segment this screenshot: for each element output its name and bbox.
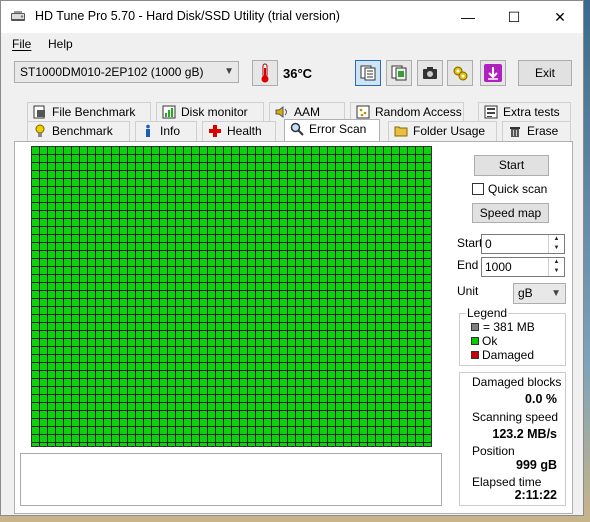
hard-disk-app-icon [11,11,25,21]
extra-tests-icon [484,105,498,119]
minimize-button[interactable]: — [445,1,491,33]
drive-select[interactable]: ST1000DM010-2EP102 (1000 gB) ▼ [14,61,239,83]
quick-scan-label[interactable]: Quick scan [488,182,547,196]
unit-select-value: gB [518,286,533,300]
options-button[interactable] [447,60,473,86]
tab-benchmark[interactable]: Benchmark [27,121,130,141]
trash-icon [510,127,520,137]
benchmark-bulb-icon [35,124,45,137]
tab-file-benchmark[interactable]: File Benchmark [27,102,151,122]
start-position-input[interactable]: 0 ▲ ▼ [481,234,565,254]
end-position-input[interactable]: 1000 ▲ ▼ [481,257,565,277]
end-position-value: 1000 [485,260,512,274]
window-title: HD Tune Pro 5.70 - Hard Disk/SSD Utility… [35,9,340,23]
folder-icon [394,126,408,137]
close-icon: ✕ [554,8,566,25]
start-scan-button[interactable]: Start [474,155,549,176]
copy-info-button[interactable] [386,60,412,86]
elapsed-time-value: 2:11:22 [514,488,557,502]
info-icon [146,124,150,137]
damaged-blocks-label: Damaged blocks [472,375,562,389]
start-label: Start [457,236,483,250]
maximize-icon: ☐ [507,8,521,25]
tab-erase[interactable]: Erase [502,121,571,141]
legend-block-size: = 381 MB [483,320,535,334]
legend-title: Legend [466,306,509,320]
exit-button[interactable]: Exit [518,60,572,86]
copy-text-button[interactable] [355,60,381,86]
spin-up-icon[interactable]: ▲ [549,235,564,244]
legend-block-swatch [471,323,479,331]
legend-damaged-swatch [471,351,479,359]
tab-extra-tests[interactable]: Extra tests [478,102,571,122]
save-button[interactable] [480,60,506,86]
menu-help[interactable]: Help [48,37,73,51]
maximize-button[interactable]: ☐ [491,1,537,33]
unit-select[interactable]: gB ▼ [513,283,566,304]
options-tools-icon [453,66,468,81]
menu-file[interactable]: File [12,37,31,51]
position-value: 999 gB [516,458,557,472]
tab-disk-monitor[interactable]: Disk monitor [156,102,264,122]
copy-info-icon [391,65,407,81]
disk-monitor-icon [162,105,176,119]
spin-up-icon[interactable]: ▲ [549,258,564,267]
drive-select-value: ST1000DM010-2EP102 (1000 gB) [20,65,204,79]
start-position-value: 0 [485,237,492,251]
screenshot-button[interactable] [417,60,443,86]
save-download-icon [484,64,502,82]
toolbar: ST1000DM010-2EP102 (1000 gB) ▼ 36°C Exit [1,55,583,95]
health-cross-icon [209,125,221,137]
tab-folder-usage[interactable]: Folder Usage [388,121,497,141]
speed-map-button[interactable]: Speed map [472,203,549,223]
damaged-blocks-value: 0.0 % [525,392,557,406]
title-bar[interactable]: HD Tune Pro 5.70 - Hard Disk/SSD Utility… [1,1,583,33]
scanning-speed-label: Scanning speed [472,410,559,424]
file-benchmark-icon [33,105,45,119]
tab-error-scan[interactable]: Error Scan [284,119,380,141]
legend-ok-label: Ok [482,334,498,348]
scanning-speed-value: 123.2 MB/s [492,427,557,441]
temperature-icon [252,60,278,86]
tab-info[interactable]: Info [135,121,197,141]
chevron-down-icon: ▼ [224,66,234,77]
screenshot-camera-icon [423,67,437,79]
copy-text-icon [360,65,376,81]
legend-ok-swatch [471,337,479,345]
elapsed-time-label: Elapsed time [472,475,542,489]
spin-down-icon[interactable]: ▼ [549,267,564,276]
unit-label: Unit [457,284,479,298]
minimize-icon: — [461,9,475,25]
menu-bar: File Help [1,34,583,54]
scan-log-box[interactable] [20,453,442,506]
end-label: End [457,258,479,272]
legend-damaged-label: Damaged [482,348,535,362]
temperature-value: 36°C [283,66,313,81]
spin-down-icon[interactable]: ▼ [549,244,564,253]
random-access-icon [356,105,370,119]
close-button[interactable]: ✕ [537,1,583,33]
magnifier-icon [290,122,304,136]
position-label: Position [472,444,515,458]
speaker-icon [275,106,287,118]
tab-health[interactable]: Health [202,121,276,141]
quick-scan-checkbox[interactable] [472,183,484,195]
chevron-down-icon: ▼ [551,288,561,299]
scan-block-map [31,146,432,447]
